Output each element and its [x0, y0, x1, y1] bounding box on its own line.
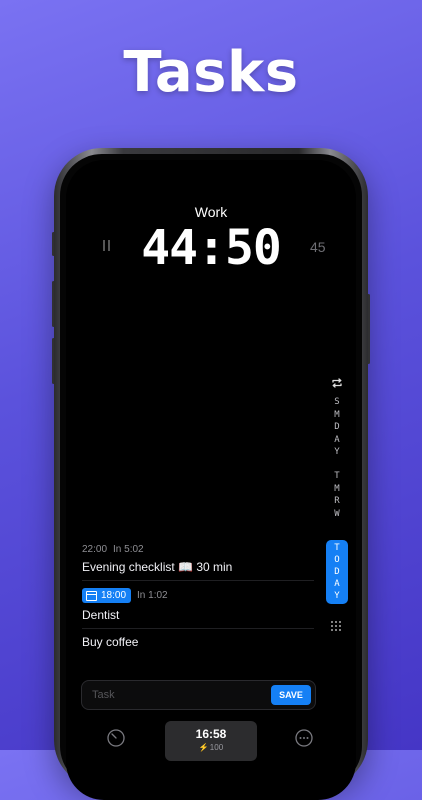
grid-icon[interactable] — [330, 619, 344, 633]
task-title[interactable]: Evening checklist 📖 30 min — [82, 560, 232, 574]
grid-dot — [331, 621, 333, 623]
task-input-box: SAVE — [81, 680, 316, 710]
timer-duration[interactable]: 45 — [310, 239, 326, 255]
task-chip-time: 18:00 — [101, 590, 127, 601]
headline: Tasks — [123, 40, 299, 105]
energy-readout: ⚡ 100 — [165, 743, 257, 752]
task-divider — [82, 628, 314, 629]
grid-dot — [331, 629, 333, 631]
task-countdown: In 1:02 — [137, 590, 168, 601]
grid-dot — [335, 625, 337, 627]
phone-frame: Work 44:50 45 S M D A Y T M R W T O D A … — [54, 148, 368, 800]
clock-time: 16:58 — [195, 727, 227, 741]
rail-today-label: T O D A Y — [334, 543, 340, 601]
grid-dot — [335, 621, 337, 623]
bolt-icon: ⚡ — [198, 743, 209, 752]
repeat-icon[interactable] — [330, 376, 344, 390]
energy-value: 100 — [209, 743, 224, 752]
grid-dot — [331, 625, 333, 627]
task-divider — [82, 580, 314, 581]
grid-dot — [339, 621, 341, 623]
rail-tomorrow[interactable]: T M R W — [330, 470, 344, 520]
save-button[interactable]: SAVE — [271, 685, 311, 705]
clock-card[interactable]: 16:58 ⚡ 100 — [165, 721, 257, 761]
grid-dot — [339, 629, 341, 631]
task-title[interactable]: Buy coffee — [82, 635, 138, 649]
timer-mode-label[interactable]: Work — [66, 204, 356, 220]
more-icon[interactable] — [294, 728, 314, 748]
app-screen: Work 44:50 45 S M D A Y T M R W T O D A … — [66, 160, 356, 800]
rail-today[interactable]: T O D A Y — [326, 540, 348, 604]
grid-dot — [335, 629, 337, 631]
grid-dot — [339, 625, 341, 627]
task-time: 22:00 — [82, 544, 108, 555]
task-meta: 18:00 In 1:02 — [82, 588, 168, 603]
timer-icon[interactable] — [106, 728, 126, 748]
task-time-chip[interactable]: 18:00 — [82, 588, 132, 603]
rail-someday[interactable]: S M D A Y — [330, 396, 344, 459]
task-countdown: In 5:02 — [113, 544, 144, 555]
task-input[interactable] — [92, 687, 262, 703]
task-meta: 22:00 In 5:02 — [82, 544, 144, 555]
calendar-icon — [86, 590, 97, 601]
task-title[interactable]: Dentist — [82, 608, 119, 622]
